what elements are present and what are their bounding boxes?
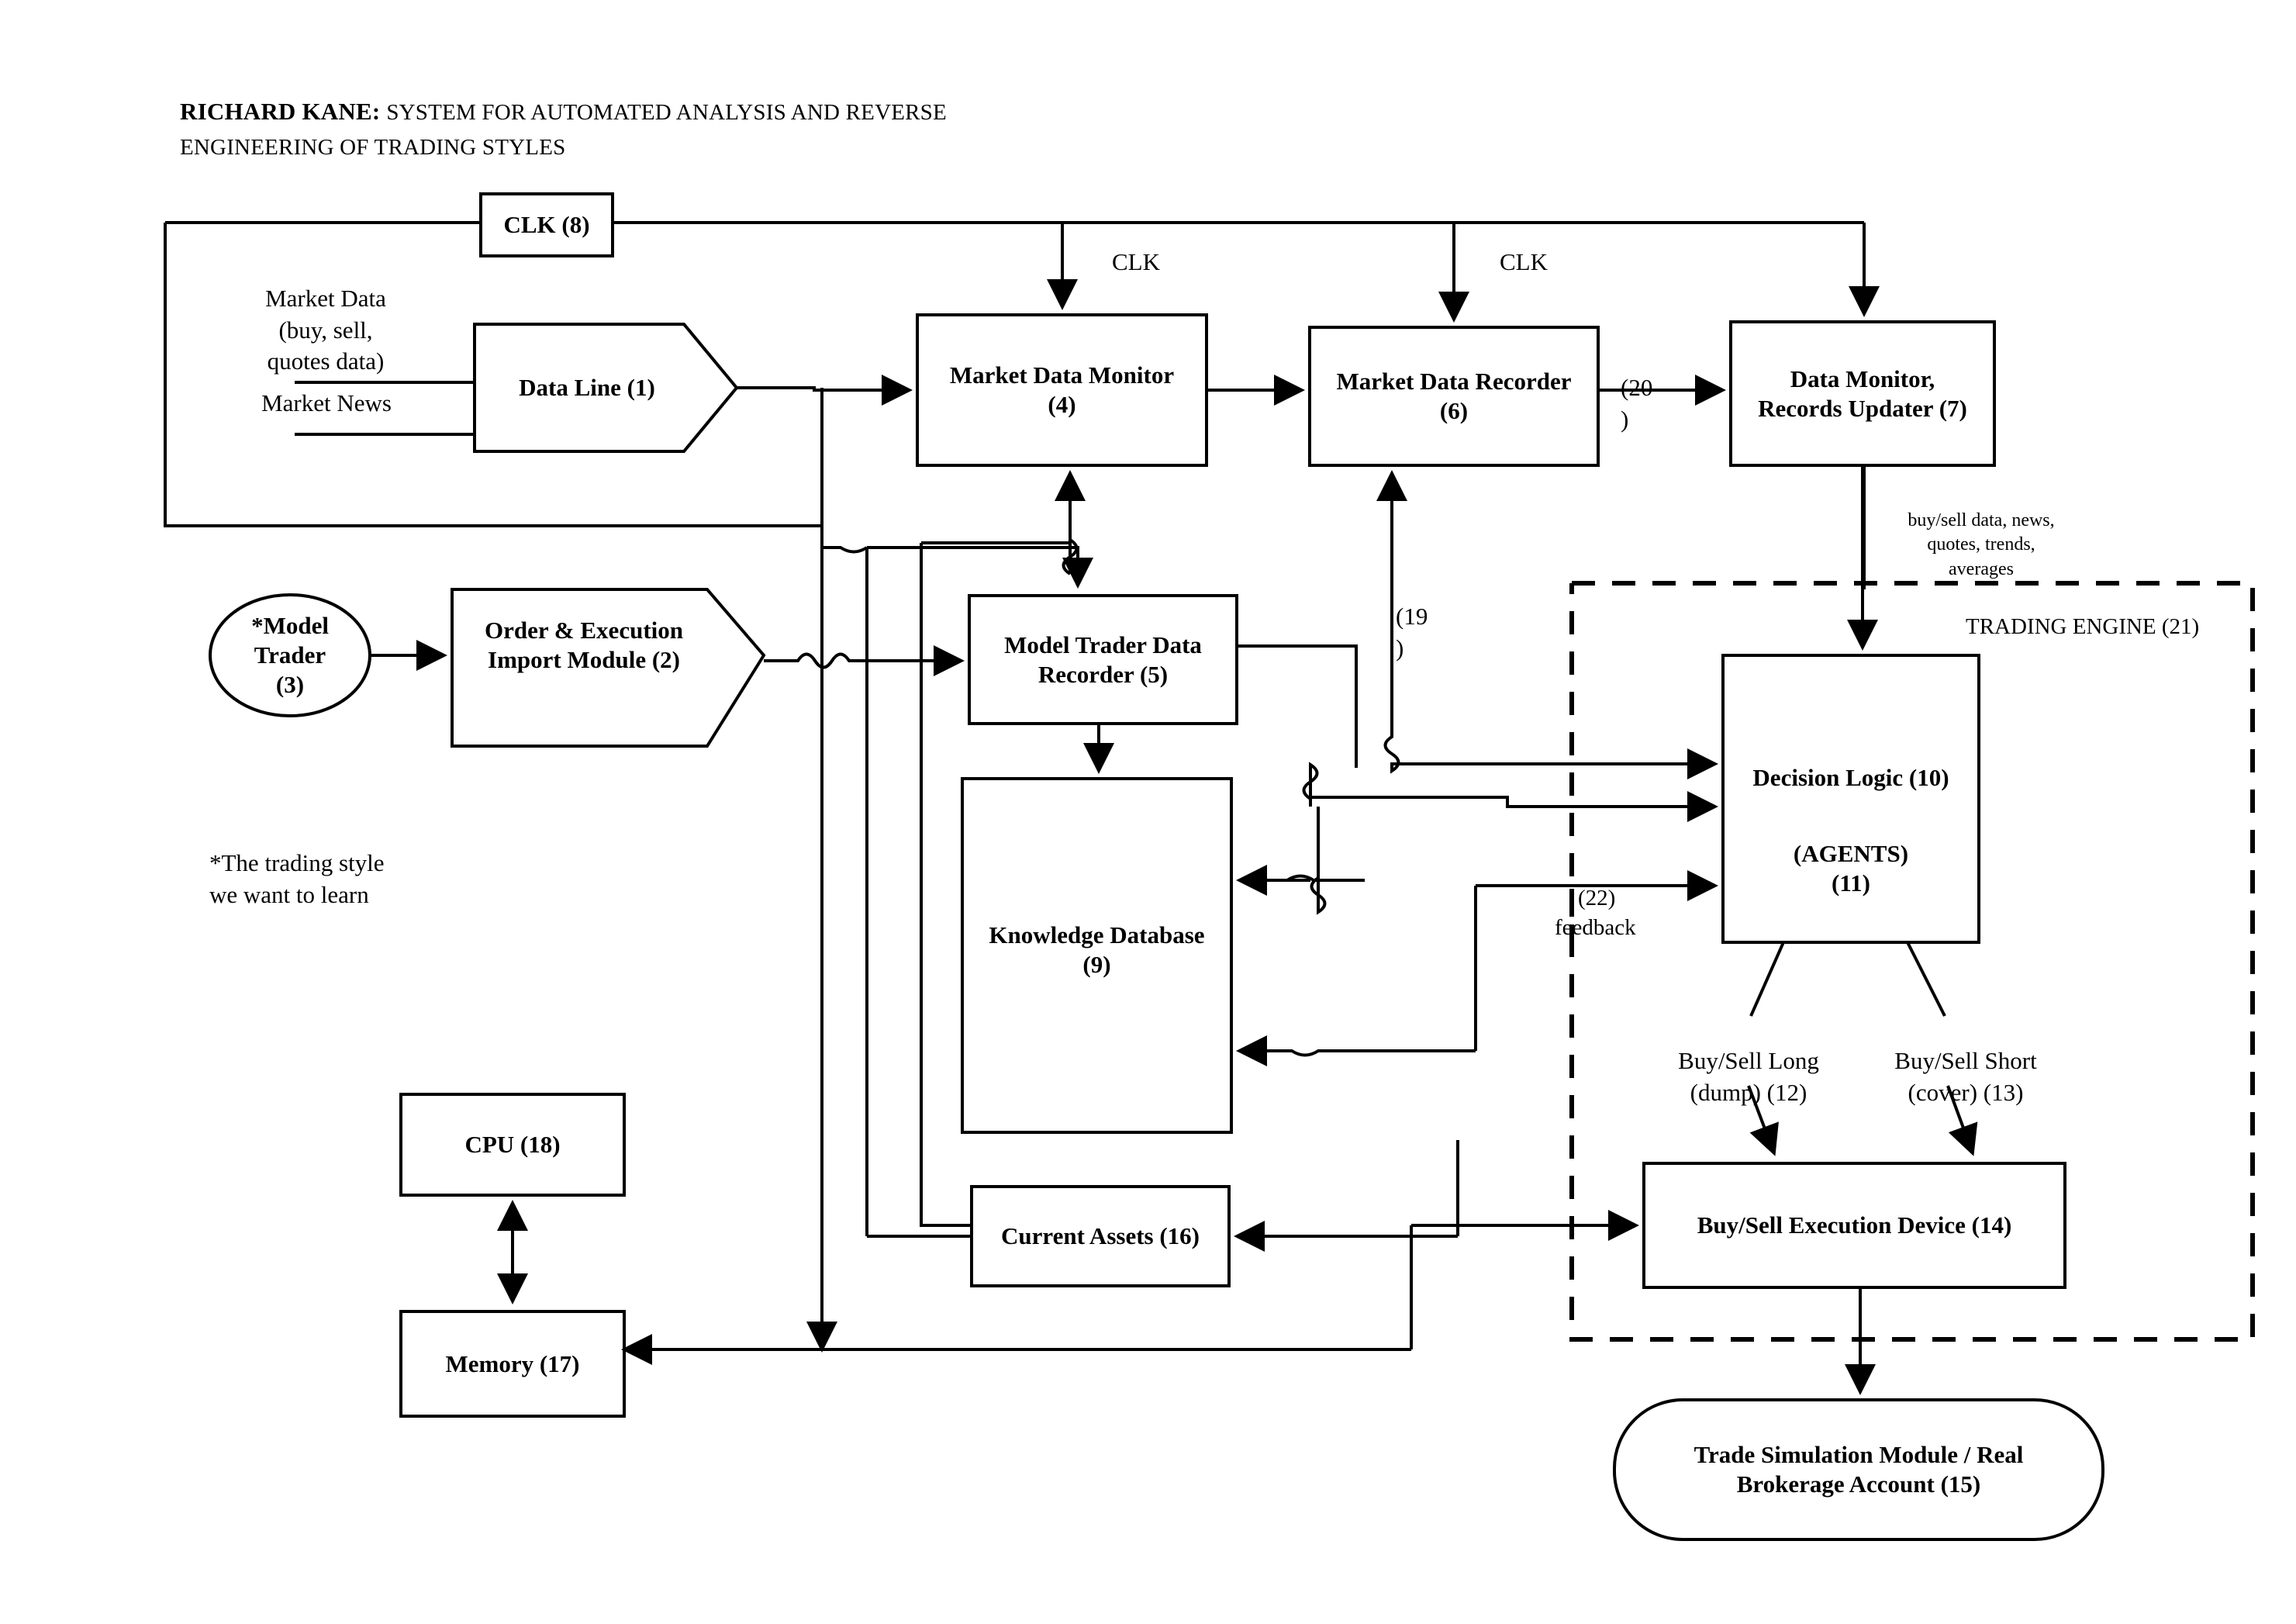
wire-left-vertical-to-memory: [621, 388, 823, 1365]
trading-engine-label: TRADING ENGINE (21): [1966, 614, 2200, 639]
model-trader-ellipse: [209, 593, 371, 717]
trading-engine-dashed-border: [1569, 581, 2255, 1342]
wire-decision-feedback-kdb1: [1310, 807, 1327, 915]
wire-bottom-bus-to-exec: [1410, 1225, 1636, 1349]
buy-sell-execution-box: [1642, 1162, 2066, 1289]
wire-into-current-assets: [1237, 1140, 1459, 1236]
market-data-label: Market Data (buy, sell, quotes data): [265, 285, 386, 375]
wire-decision-to-long: [1749, 942, 1785, 1017]
wire-19-lower: [1383, 729, 1718, 779]
wire-kdb-in-lower: [1236, 1035, 1476, 1066]
wire-riser-into-mdm-left: [920, 543, 972, 1227]
data-line-shape: [473, 323, 739, 453]
wire-riser-into-mdm-jog: [921, 537, 1079, 575]
connector-layer: [164, 192, 2255, 1541]
wire-left-bus-top: [822, 546, 1078, 586]
ref-20-label: (20 ): [1621, 374, 1653, 433]
clk-label-left: CLK: [1112, 248, 1160, 275]
data-annotation-label: buy/sell data, news, quotes, trends, ave…: [1908, 510, 2055, 579]
patent-figure-canvas: RICHARD KANE: SYSTEM FOR AUTOMATED ANALY…: [0, 0, 2296, 1624]
decision-logic-box: [1721, 654, 1980, 944]
ref-22-label: (22) feedback: [1555, 884, 1694, 942]
ref-19-label: (19 ): [1396, 603, 1428, 662]
market-data-recorder-box: [1308, 326, 1600, 467]
ref-22-word: feedback: [1555, 914, 1636, 940]
market-news-label: Market News: [261, 389, 392, 416]
cpu-box: [399, 1093, 626, 1197]
buy-sell-short-label: Buy/Sell Short (cover) (13): [1894, 1047, 2037, 1106]
wire-decision-to-short: [1906, 942, 1946, 1017]
data-monitor-records-updater-box: [1729, 320, 1996, 467]
model-trader-data-recorder-box: [968, 594, 1238, 725]
footnote-label: *The trading style we want to learn: [209, 849, 385, 908]
wire-kdb-to-decision: [1302, 762, 1718, 822]
wire-mtdr-to-decision: [1237, 644, 1358, 768]
trade-simulation-box: [1613, 1398, 2104, 1541]
buy-sell-long-label: Buy/Sell Long (dump) (12): [1678, 1047, 1819, 1106]
ref-22-number: (22): [1578, 886, 1616, 910]
wire-import-to-mtdr: [764, 645, 965, 676]
clk8-box: [479, 192, 614, 257]
knowledge-database-box: [961, 777, 1233, 1134]
order-exec-import-shape: [451, 588, 766, 748]
current-assets-box: [970, 1185, 1231, 1287]
memory-box: [399, 1310, 626, 1418]
market-data-monitor-box: [916, 313, 1208, 467]
clk-label-right: CLK: [1500, 248, 1548, 275]
